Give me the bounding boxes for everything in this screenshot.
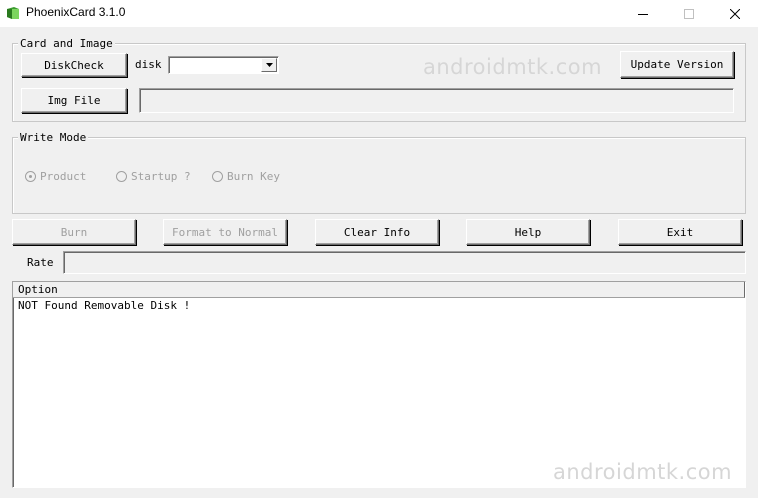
chevron-down-icon	[265, 63, 273, 67]
watermark-top: androidmtk.com	[423, 55, 603, 79]
minimize-button[interactable]	[620, 0, 666, 27]
maximize-button[interactable]	[666, 0, 712, 27]
radio-burn-key-label: Burn Key	[227, 170, 280, 183]
radio-burn-key[interactable]: Burn Key	[212, 170, 280, 183]
log-column-header[interactable]: Option	[13, 282, 745, 298]
dropdown-button[interactable]	[261, 58, 277, 72]
radio-startup[interactable]: Startup ?	[116, 170, 191, 183]
radio-product[interactable]: Product	[25, 170, 86, 183]
close-icon	[730, 8, 740, 19]
update-version-button[interactable]: Update Version	[620, 51, 734, 78]
diskcheck-button[interactable]: DiskCheck	[21, 53, 127, 77]
phoenixcard-book-icon	[7, 7, 19, 19]
exit-button[interactable]: Exit	[618, 219, 742, 245]
burn-button[interactable]: Burn	[12, 219, 136, 245]
card-image-legend: Card and Image	[18, 37, 115, 50]
watermark-bottom: androidmtk.com	[553, 460, 733, 484]
radio-indicator-icon	[116, 171, 127, 182]
rate-progress-bar	[63, 251, 746, 274]
rate-label: Rate	[27, 256, 54, 269]
maximize-icon	[684, 8, 694, 19]
radio-indicator-icon	[212, 171, 223, 182]
img-file-button[interactable]: Img File	[21, 88, 127, 113]
radio-startup-label: Startup ?	[131, 170, 191, 183]
help-button[interactable]: Help	[466, 219, 590, 245]
clear-info-button[interactable]: Clear Info	[315, 219, 439, 245]
window-title: PhoenixCard 3.1.0	[26, 5, 126, 19]
title-bar: PhoenixCard 3.1.0	[0, 0, 758, 27]
log-list[interactable]: Option NOT Found Removable Disk !	[12, 281, 746, 488]
disk-label: disk	[135, 58, 162, 71]
log-entry: NOT Found Removable Disk !	[18, 299, 191, 312]
radio-product-label: Product	[40, 170, 87, 183]
option-column-label: Option	[18, 283, 58, 296]
format-to-normal-button[interactable]: Format to Normal	[163, 219, 287, 245]
img-file-path-field[interactable]	[139, 88, 734, 113]
minimize-icon	[638, 13, 648, 15]
radio-indicator-icon	[25, 171, 36, 182]
disk-select[interactable]	[168, 56, 279, 74]
write-mode-legend: Write Mode	[18, 131, 89, 144]
close-button[interactable]	[712, 0, 758, 27]
